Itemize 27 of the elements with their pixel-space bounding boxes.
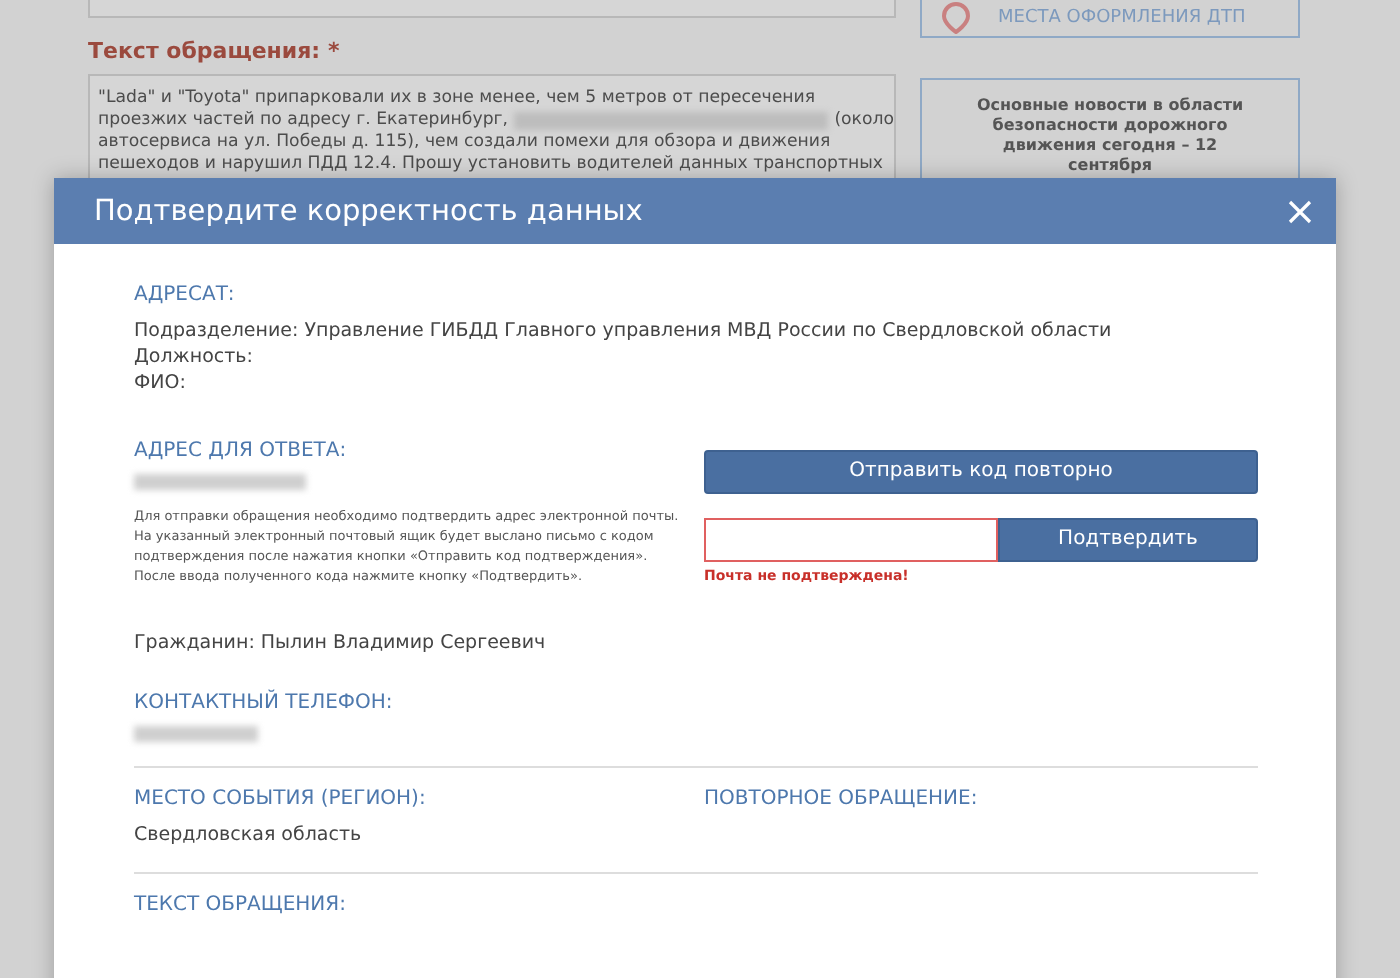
required-mark: * [327,38,340,64]
section-heading: ПОВТОРНОЕ ОБРАЩЕНИЕ: [704,788,980,810]
section-heading: МЕСТО СОБЫТИЯ (РЕГИОН): [134,788,428,810]
code-input[interactable] [704,517,998,561]
modal-title: Подтвердите корректность данных [94,195,643,227]
text-line: проезжих частей по адресу г. Екатеринбург, [98,110,509,132]
section-heading: АДРЕС ДЛЯ ОТВЕТА: [134,440,349,462]
resend-code-button[interactable]: Отправить код повторно [704,449,1258,493]
close-icon[interactable] [1288,199,1312,223]
map-pin-icon [942,2,970,34]
text-line: "Lada" и "Toyota" припарковали их в зоне менее, чем 5 метров от пересечения [98,88,816,110]
section-heading: ТЕКСТ ОБРАЩЕНИЯ: [134,894,348,916]
region-value: Свердловская область [134,822,364,848]
field-label: Текст обращения: [88,38,321,64]
blurred-phone [134,726,258,742]
citizen-name: Гражданин: Пылин Владимир Сергеевич [134,630,548,656]
section-heading: КОНТАКТНЫЙ ТЕЛЕФОН: [134,692,395,714]
text-line: автосервиса на ул. Победы д. 115), чем создали помехи для обзора и движения [98,132,831,154]
recipient-line: Должность: [134,344,255,370]
news-title: Основные новости в области безопасности дорожного движения сегодня – 12 сентября [974,96,1246,178]
recipient-line: Подразделение: Управление ГИБДД Главного управления МВД России по Свердловской области [134,318,1114,344]
text-line: пешеходов и нарушил ПДД 12.4. Прошу установить водителей данных транспортных [98,154,883,176]
recipient-line: ФИО: [134,370,188,396]
text-line: (около [834,110,894,132]
section-heading: АДРЕСАТ: [134,284,237,306]
confirm-button[interactable]: Подтвердить [998,517,1258,561]
link-label: МЕСТА ОФОРМЛЕНИЯ ДТП [998,8,1246,28]
